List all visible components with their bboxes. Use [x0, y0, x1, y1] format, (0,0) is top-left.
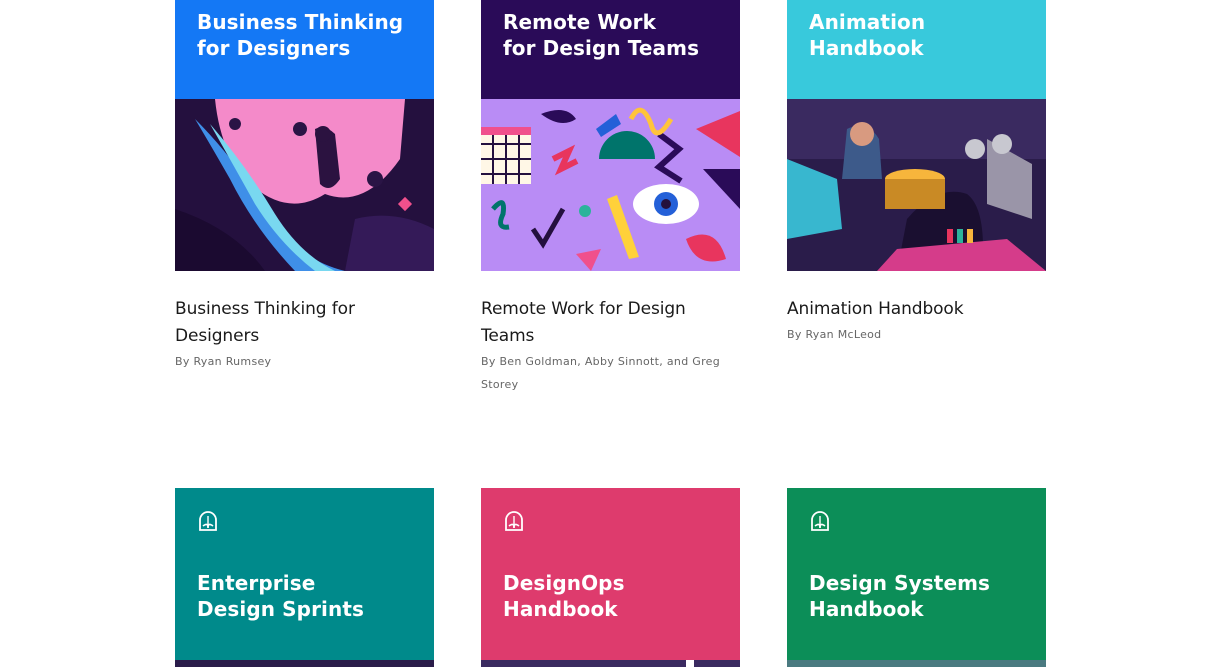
book-authors: By Ryan McLeod	[787, 328, 882, 341]
cover-illustration-strip	[481, 660, 740, 667]
book-card-remote-work[interactable]: Remote Work for Design Teams Remote Work…	[481, 0, 740, 396]
cover-title: Business Thinking for Designers	[197, 10, 404, 60]
cover-title: Design Systems Handbook	[809, 571, 991, 621]
cover-illustration	[481, 99, 740, 271]
cover-title: Enterprise Design Sprints	[197, 571, 364, 621]
cover-illustration-strip	[175, 660, 434, 667]
book-cover[interactable]: Remote Work for Design Teams	[481, 0, 740, 271]
cover-illustration	[175, 99, 434, 271]
book-logo-icon	[811, 511, 829, 531]
cover-illustration-strip	[787, 660, 1046, 667]
book-card-enterprise-sprints[interactable]: Enterprise Design Sprints	[175, 488, 434, 667]
book-authors: By Ben Goldman, Abby Sinnott, and Greg S…	[481, 355, 721, 391]
book-card-design-systems[interactable]: Design Systems Handbook	[787, 488, 1046, 667]
cover-title: DesignOps Handbook	[503, 571, 625, 621]
cover-title: Animation Handbook	[809, 10, 926, 60]
book-cover[interactable]: Design Systems Handbook	[787, 488, 1046, 667]
book-card-animation[interactable]: Animation Handbook Animation Handbook By…	[787, 0, 1046, 346]
book-logo-icon	[505, 511, 523, 531]
book-authors: By Ryan Rumsey	[175, 355, 272, 368]
cover-title: Remote Work for Design Teams	[503, 10, 700, 60]
book-card-business-thinking[interactable]: Business Thinking for Designers Business…	[175, 0, 434, 373]
book-card-designops[interactable]: DesignOps Handbook	[481, 488, 740, 667]
book-logo-icon	[199, 511, 217, 531]
cover-illustration	[787, 99, 1046, 271]
book-title[interactable]: Remote Work for Design Teams	[481, 296, 711, 350]
book-title[interactable]: Business Thinking for Designers	[175, 296, 434, 350]
book-cover[interactable]: Animation Handbook	[787, 0, 1046, 271]
book-cover[interactable]: DesignOps Handbook	[481, 488, 740, 667]
book-title[interactable]: Animation Handbook	[787, 296, 1046, 323]
book-cover[interactable]: Enterprise Design Sprints	[175, 488, 434, 667]
book-cover[interactable]: Business Thinking for Designers	[175, 0, 434, 271]
